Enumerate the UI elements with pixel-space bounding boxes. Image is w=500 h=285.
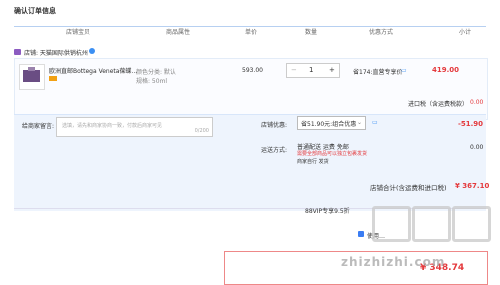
shop-name[interactable]: 店铺: 天猫国际供销杭州 (24, 48, 88, 57)
col-qty: 数量 (305, 29, 318, 36)
item-subtotal: 419.00 (432, 66, 460, 74)
col-shop-item: 店铺宝贝 (66, 29, 91, 36)
message-counter: 0/200 (194, 128, 209, 134)
shipping-value: 0.00 (470, 144, 484, 151)
col-price: 单价 (245, 29, 258, 36)
product-attr-color: 颜色分类: 默认 (136, 69, 176, 76)
quantity-stepper[interactable]: − 1 + (286, 63, 340, 78)
discount-select[interactable]: 省51.90元:组合优惠 ⌄ (297, 116, 366, 130)
shop-total-label: 店铺合计(含运费和进口税) (370, 184, 447, 192)
watermark-logo (372, 206, 492, 242)
message-label: 给商家留言: (22, 123, 55, 130)
shipping-tag-icon (49, 76, 57, 81)
message-input[interactable]: 选填，请先和商家协商一致，付款后商家可见 0/200 (56, 117, 213, 137)
product-thumbnail[interactable] (19, 64, 45, 90)
minus-icon[interactable]: − (291, 66, 297, 74)
watermark-text: zhizhizhi.com (341, 255, 446, 269)
chevron-down-icon: ⌄ (356, 119, 362, 126)
discount-value: -51.90 (458, 120, 484, 128)
shipping-label: 运送方式: (261, 147, 288, 154)
discount-selected: 省51.90元:组合优惠 (301, 121, 357, 128)
shipping-note: 需要全部商品可以独立包裹发货 (297, 151, 368, 157)
comment-icon[interactable]: ▭ (401, 67, 407, 74)
discount-label: 店铺优惠: (261, 122, 288, 129)
shop-icon (14, 49, 21, 55)
quantity-value[interactable]: 1 (309, 66, 313, 74)
shipping-sender: 商家自行 发货 (297, 159, 329, 165)
import-tax-label: 进口税（含运费税款） (408, 101, 469, 108)
plus-icon[interactable]: + (329, 66, 335, 74)
chat-icon[interactable] (89, 48, 95, 54)
import-tax-value: 0.00 (470, 99, 484, 106)
shop-total-value: ¥ 367.10 (455, 182, 490, 190)
product-name[interactable]: 欧洲直邮Bottega Veneta葆蝶... (49, 66, 137, 75)
vip-discount-label: 88VIP专享9.5折 (305, 208, 350, 215)
comment-icon[interactable]: ▭ (372, 119, 378, 126)
col-promo: 优惠方式 (369, 29, 394, 36)
product-attr-spec: 规格: 50ml (136, 78, 168, 85)
promo-text: 省174:直营专享价 (353, 69, 403, 76)
table-header: 店铺宝贝 商品属性 单价 数量 优惠方式 小计 (14, 26, 486, 38)
use-checkbox[interactable] (358, 231, 364, 237)
message-placeholder: 选填，请先和商家协商一致，付款后商家可见 (62, 123, 163, 129)
page-title: 确认订单信息 (14, 7, 56, 15)
unit-price: 593.00 (242, 67, 263, 74)
col-subtotal: 小计 (459, 29, 472, 36)
col-attr: 商品属性 (166, 29, 191, 36)
